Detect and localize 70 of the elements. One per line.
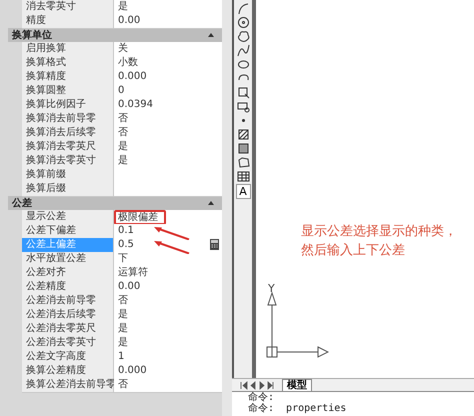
property-label[interactable]: 换算精度 (22, 70, 114, 85)
property-label[interactable]: 换算消去零英尺 (22, 140, 114, 155)
property-label[interactable]: 换算公差精度 (22, 364, 114, 379)
property-label[interactable]: 公差下偏差 (22, 224, 114, 239)
property-label[interactable]: 公差消去零英寸 (22, 336, 114, 351)
property-label[interactable]: 公差精度 (22, 280, 114, 295)
ellipse-icon[interactable] (236, 58, 250, 71)
property-value[interactable]: 是 (114, 308, 222, 323)
property-label[interactable]: 公差对齐 (22, 266, 114, 281)
property-value[interactable]: 0.000 (114, 364, 222, 379)
section-title: 换算单位 (12, 28, 52, 42)
property-value[interactable]: 是 (114, 336, 222, 351)
section-header[interactable]: 换算单位 (8, 28, 222, 42)
property-value[interactable]: 0.00 (114, 14, 222, 29)
property-label[interactable]: 换算消去零英寸 (22, 154, 114, 169)
property-label[interactable]: 换算后缀 (22, 182, 114, 197)
property-label[interactable]: 公差消去后续零 (22, 308, 114, 323)
property-value[interactable]: 运算符 (114, 266, 222, 281)
property-value[interactable]: 0.000 (114, 70, 222, 85)
property-label[interactable]: 换算格式 (22, 56, 114, 71)
annotation-arrow (154, 241, 190, 254)
gradient-icon[interactable] (236, 142, 250, 155)
property-value[interactable]: 下 (114, 252, 222, 267)
property-label[interactable]: 启用换算 (22, 42, 114, 57)
property-value[interactable]: 是 (114, 154, 222, 169)
property-value[interactable]: 0 (114, 84, 222, 99)
property-value[interactable]: 是 (114, 0, 222, 15)
property-value[interactable]: 0.0394 (114, 98, 222, 113)
section-header[interactable]: 公差 (8, 196, 222, 210)
insert-icon[interactable] (236, 86, 250, 99)
spline-icon[interactable] (236, 44, 250, 57)
property-label[interactable]: 公差消去前导零 (22, 294, 114, 309)
arc-icon[interactable] (236, 2, 250, 15)
block-icon[interactable] (236, 100, 250, 113)
section-title: 公差 (12, 196, 32, 210)
collapse-icon[interactable] (208, 33, 214, 37)
circle-icon[interactable] (236, 16, 250, 29)
property-label[interactable]: 换算比例因子 (22, 98, 114, 113)
property-label[interactable]: 换算消去前导零 (22, 112, 114, 127)
property-label[interactable]: 精度 (22, 14, 114, 29)
property-label[interactable]: 换算圆整 (22, 84, 114, 99)
property-value[interactable]: 1 (114, 350, 222, 365)
property-value[interactable]: 0.00 (114, 280, 222, 295)
property-label[interactable]: 公差消去零英尺 (22, 322, 114, 337)
property-label[interactable]: 公差文字高度 (22, 350, 114, 365)
multiline-text-tool[interactable]: A (236, 184, 250, 199)
y-axis-label: Y (268, 282, 275, 295)
property-value[interactable]: 否 (114, 126, 222, 141)
annotation-note: 显示公差选择显示的种类， 然后输入上下公差 (301, 223, 457, 260)
cloud-icon[interactable] (236, 30, 250, 43)
property-value[interactable]: 是 (114, 322, 222, 337)
command-line: 命令: properties (248, 403, 348, 414)
property-value[interactable]: 关 (114, 42, 222, 57)
property-label[interactable]: 换算前缀 (22, 168, 114, 183)
property-value[interactable]: 否 (114, 294, 222, 309)
property-value[interactable]: 否 (114, 112, 222, 127)
region-icon[interactable] (236, 156, 250, 169)
command-line: 命令: (248, 392, 276, 403)
property-label[interactable]: 消去零英寸 (22, 0, 114, 15)
property-value[interactable]: 是 (114, 140, 222, 155)
collapse-icon[interactable] (208, 201, 214, 205)
property-value[interactable]: 小数 (114, 56, 222, 71)
property-label[interactable]: 水平放置公差 (22, 252, 114, 267)
layout-tab[interactable]: 模型 (282, 379, 312, 391)
hatch-icon[interactable] (236, 128, 250, 141)
annotation-arrow (154, 227, 190, 240)
table-icon[interactable] (236, 170, 250, 183)
property-label[interactable]: 换算消去后续零 (22, 126, 114, 141)
calculator-icon[interactable] (210, 239, 219, 250)
property-value[interactable]: 否 (114, 378, 222, 393)
